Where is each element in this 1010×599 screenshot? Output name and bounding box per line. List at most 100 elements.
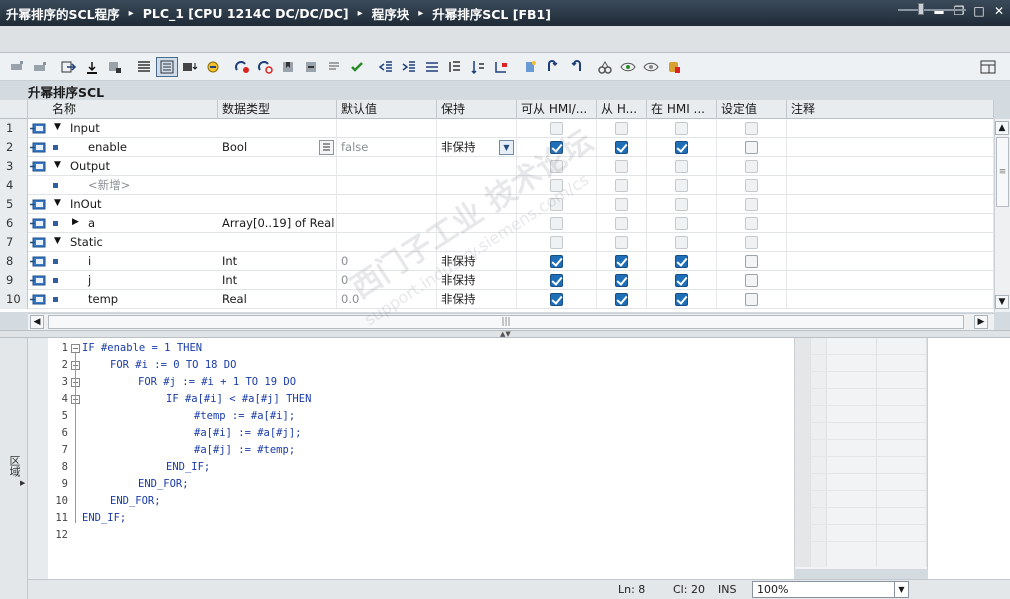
column-header-hmi-writable[interactable]: 从 H... bbox=[597, 100, 647, 119]
variable-name[interactable]: i bbox=[84, 252, 218, 271]
delete-breakpoint-icon[interactable] bbox=[254, 57, 276, 77]
variable-comment[interactable] bbox=[787, 214, 994, 233]
code-line[interactable]: END_IF; bbox=[166, 459, 210, 476]
variable-comment[interactable] bbox=[787, 195, 994, 214]
variable-retain[interactable]: 非保持 bbox=[437, 290, 517, 309]
chevron-down-icon[interactable]: ▼ bbox=[894, 582, 908, 597]
indent-right-icon[interactable] bbox=[398, 57, 420, 77]
hmi-writable-checkbox[interactable] bbox=[615, 293, 628, 306]
format-icon[interactable] bbox=[444, 57, 466, 77]
monitor-icon[interactable] bbox=[104, 57, 126, 77]
hmi-visible-checkbox[interactable] bbox=[675, 141, 688, 154]
variable-default-value[interactable] bbox=[337, 176, 437, 195]
hmi-writable-checkbox[interactable] bbox=[615, 160, 628, 173]
column-header-retain[interactable]: 保持 bbox=[437, 100, 517, 119]
scroll-left-icon[interactable]: ◀ bbox=[30, 315, 44, 329]
glasses-monitor-icon[interactable] bbox=[594, 57, 616, 77]
variable-name[interactable]: Input bbox=[66, 119, 218, 138]
column-header-hmi-visible[interactable]: 在 HMI ... bbox=[647, 100, 717, 119]
setpoint-checkbox[interactable] bbox=[745, 255, 758, 268]
hmi-writable-checkbox[interactable] bbox=[615, 141, 628, 154]
variable-comment[interactable] bbox=[787, 119, 994, 138]
collapse-triangle-icon[interactable]: ▼ bbox=[54, 122, 61, 132]
insert-row-icon[interactable] bbox=[6, 57, 28, 77]
vertical-scroll-thumb[interactable]: ≡ bbox=[996, 137, 1009, 207]
verify-icon[interactable] bbox=[346, 57, 368, 77]
variable-retain[interactable] bbox=[437, 119, 517, 138]
variable-comment[interactable] bbox=[787, 157, 994, 176]
hmi-visible-checkbox[interactable] bbox=[675, 293, 688, 306]
hmi-visible-checkbox[interactable] bbox=[675, 274, 688, 287]
add-row-icon[interactable] bbox=[29, 57, 51, 77]
code-line[interactable]: END_FOR; bbox=[138, 476, 189, 493]
variable-default-value[interactable]: 0 bbox=[337, 252, 437, 271]
code-line[interactable]: #a[#j] := #temp; bbox=[194, 442, 295, 459]
bookmark-next-icon[interactable] bbox=[300, 57, 322, 77]
code-line[interactable]: IF #a[#i] < #a[#j] THEN bbox=[166, 391, 311, 408]
hmi-accessible-checkbox[interactable] bbox=[550, 293, 563, 306]
breadcrumb-plc[interactable]: PLC_1 [CPU 1214C DC/DC/DC] bbox=[143, 6, 349, 21]
table-row[interactable]: 5 ▼ InOut bbox=[0, 195, 994, 214]
variable-comment[interactable] bbox=[787, 252, 994, 271]
table-row[interactable]: 7 ▼ Static bbox=[0, 233, 994, 252]
collapse-triangle-icon[interactable]: ▼ bbox=[54, 236, 61, 246]
variable-default-value[interactable] bbox=[337, 214, 437, 233]
hmi-writable-checkbox[interactable] bbox=[615, 274, 628, 287]
export-icon[interactable] bbox=[58, 57, 80, 77]
table-row[interactable]: 10 temp Real 0.0 非保持 bbox=[0, 290, 994, 309]
table-row[interactable]: 2 enable Bool false 非保持 ▼ bbox=[0, 138, 994, 157]
variable-default-value[interactable] bbox=[337, 119, 437, 138]
retain-dropdown-icon[interactable]: ▼ bbox=[499, 140, 514, 155]
setpoint-checkbox[interactable] bbox=[745, 217, 758, 230]
setpoint-checkbox[interactable] bbox=[745, 141, 758, 154]
setpoint-checkbox[interactable] bbox=[745, 160, 758, 173]
hmi-accessible-checkbox[interactable] bbox=[550, 217, 563, 230]
collapse-triangle-icon[interactable]: ▼ bbox=[54, 160, 61, 170]
hmi-visible-checkbox[interactable] bbox=[675, 198, 688, 211]
hmi-visible-checkbox[interactable] bbox=[675, 236, 688, 249]
maximize-icon[interactable]: □ bbox=[972, 4, 986, 18]
minimize-icon[interactable]: ▬ bbox=[932, 4, 946, 18]
hmi-writable-checkbox[interactable] bbox=[615, 217, 628, 230]
table-vertical-scrollbar[interactable]: ▲ ≡ ▼ bbox=[994, 119, 1010, 312]
variable-comment[interactable] bbox=[787, 176, 994, 195]
layout-toggle-icon[interactable] bbox=[977, 57, 999, 77]
variable-datatype[interactable] bbox=[218, 157, 337, 176]
zoom-select[interactable]: 100% ▼ bbox=[752, 581, 909, 598]
scroll-right-icon[interactable]: ▶ bbox=[974, 315, 988, 329]
expand-triangle-icon[interactable]: ▶ bbox=[72, 217, 79, 227]
datatype-picker-icon[interactable] bbox=[319, 140, 334, 155]
download-arrow-icon[interactable] bbox=[81, 57, 103, 77]
hmi-accessible-checkbox[interactable] bbox=[550, 160, 563, 173]
variable-name[interactable]: j bbox=[84, 271, 218, 290]
variable-name[interactable]: Static bbox=[66, 233, 218, 252]
download-block-icon[interactable] bbox=[179, 57, 201, 77]
code-line[interactable]: END_IF; bbox=[82, 510, 126, 527]
hmi-writable-checkbox[interactable] bbox=[615, 179, 628, 192]
setpoint-checkbox[interactable] bbox=[745, 274, 758, 287]
code-line[interactable]: END_FOR; bbox=[110, 493, 161, 510]
pane-splitter[interactable]: ▲▼ bbox=[0, 330, 1010, 338]
outdent-icon[interactable] bbox=[421, 57, 443, 77]
scl-code-editor[interactable]: 1−IF #enable = 1 THEN2−FOR #i := 0 TO 18… bbox=[48, 338, 794, 579]
code-line[interactable]: IF #enable = 1 THEN bbox=[82, 340, 202, 357]
column-header-name[interactable]: 名称 bbox=[48, 100, 218, 119]
table-row[interactable]: 4 <新增> bbox=[0, 176, 994, 195]
sort-icon[interactable] bbox=[467, 57, 489, 77]
variable-retain[interactable] bbox=[437, 176, 517, 195]
horizontal-scroll-thumb[interactable]: ||| bbox=[48, 315, 964, 329]
code-line[interactable]: FOR #j := #i + 1 TO 19 DO bbox=[138, 374, 296, 391]
database-icon[interactable] bbox=[663, 57, 685, 77]
go-back-icon[interactable] bbox=[565, 57, 587, 77]
column-header-comment[interactable]: 注释 bbox=[787, 100, 994, 119]
column-header-hmi-access[interactable]: 可从 HMI/... bbox=[517, 100, 597, 119]
variable-datatype[interactable] bbox=[218, 233, 337, 252]
zoom-slider-handle[interactable] bbox=[918, 3, 924, 15]
code-line[interactable]: #temp := #a[#i]; bbox=[194, 408, 295, 425]
hmi-accessible-checkbox[interactable] bbox=[550, 274, 563, 287]
variable-datatype[interactable]: Int bbox=[218, 271, 337, 290]
column-header-datatype[interactable]: 数据类型 bbox=[218, 100, 337, 119]
hmi-accessible-checkbox[interactable] bbox=[550, 122, 563, 135]
hmi-visible-checkbox[interactable] bbox=[675, 122, 688, 135]
variable-comment[interactable] bbox=[787, 233, 994, 252]
